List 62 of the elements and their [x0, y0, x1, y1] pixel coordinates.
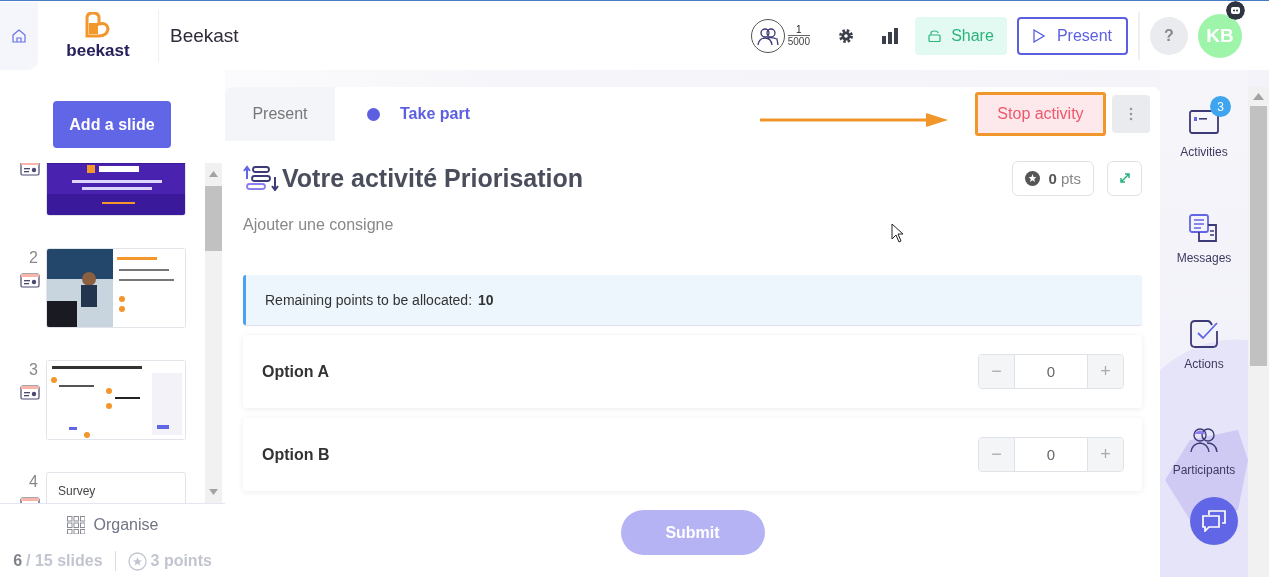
points-value: 0 pts [1048, 169, 1081, 187]
sort-icon [243, 165, 279, 191]
scroll-thumb[interactable] [205, 186, 222, 251]
presentation-title: Beekast [170, 24, 239, 47]
option-label: Option A [262, 362, 330, 381]
slide-total: / 15 slides [26, 552, 103, 570]
help-button[interactable]: ? [1150, 16, 1188, 55]
expand-icon [1118, 172, 1131, 184]
slide-thumbnail[interactable]: Survey [46, 472, 186, 503]
slide-type-icon [20, 273, 40, 288]
grid-icon [66, 516, 85, 534]
sidebar-item[interactable]: Participants [1166, 380, 1242, 486]
scroll-up-icon[interactable] [209, 171, 218, 177]
sidebar-item[interactable]: Actions [1178, 274, 1230, 380]
share-button[interactable]: Share [915, 16, 1007, 55]
scroll-up-icon[interactable] [1253, 93, 1264, 100]
dot-icon [367, 107, 380, 121]
documents-icon [1189, 214, 1219, 242]
number-stepper[interactable]: − 0 + [978, 354, 1124, 389]
number-field[interactable]: 0 [1014, 438, 1088, 471]
window-icon [1189, 110, 1219, 134]
scroll-down-icon[interactable] [209, 489, 218, 495]
add-slide-button[interactable]: Add a slide [53, 101, 171, 148]
slide-type-icon [20, 163, 40, 176]
number-stepper[interactable]: − 0 + [978, 437, 1124, 472]
count-badge: 3 [1210, 96, 1231, 117]
scroll-thumb[interactable] [1250, 106, 1267, 366]
slide-number: 2 [29, 249, 38, 267]
sidebar-item[interactable]: Messages [1170, 168, 1238, 274]
play-icon [1032, 28, 1045, 43]
chat-icon [1202, 510, 1226, 532]
sidebar-item[interactable]: 3 Activities [1174, 70, 1234, 168]
stop-activity-button[interactable]: Stop activity [975, 92, 1106, 136]
number-field[interactable]: 0 [1014, 355, 1088, 388]
slide-number: 3 [29, 361, 38, 379]
more-icon [1129, 107, 1133, 121]
present-button[interactable]: Present [1017, 16, 1128, 55]
home-button[interactable] [0, 1, 38, 70]
scrollbar[interactable] [205, 163, 222, 503]
more-button[interactable] [1112, 95, 1150, 133]
checkbox-icon [1190, 320, 1218, 348]
home-icon [12, 28, 26, 43]
people-icon [756, 25, 779, 46]
slide-number: 4 [29, 473, 38, 491]
tab[interactable]: Present [225, 87, 335, 141]
participant-limit: 5000 [787, 36, 810, 47]
slide-type-icon [20, 385, 40, 400]
points-total: 3 points [150, 552, 212, 570]
remaining-label: Remaining points to be allocated: [265, 292, 473, 308]
lock-icon [928, 29, 942, 42]
bar-chart-icon[interactable] [882, 27, 898, 44]
remaining-value: 10 [478, 292, 494, 308]
settings-icon[interactable] [838, 27, 854, 44]
activity-title: Votre activité Priorisation [282, 163, 583, 193]
logo-text: beekast [66, 42, 130, 59]
organise-button[interactable]: Organise [60, 515, 165, 535]
cursor-icon [891, 223, 904, 243]
expand-button[interactable] [1107, 160, 1142, 196]
people-icon [1190, 427, 1218, 453]
participant-count: 1 [788, 24, 810, 36]
option-label: Option B [262, 445, 331, 464]
current-slide: 6 [13, 552, 23, 570]
